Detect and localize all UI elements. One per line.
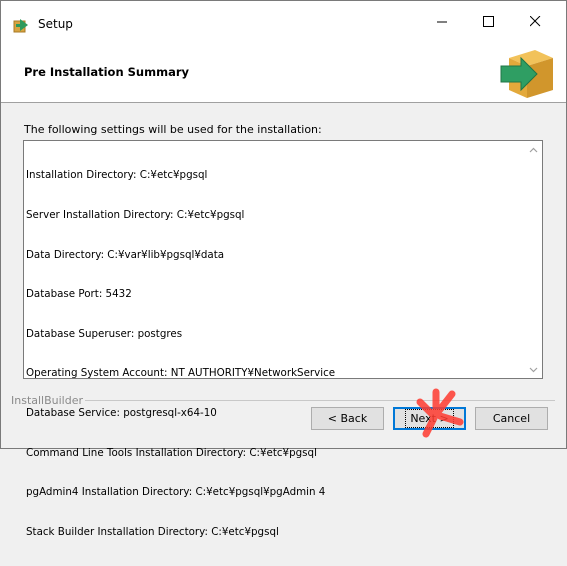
intro-text: The following settings will be used for … [24, 123, 322, 136]
summary-lines: Installation Directory: C:¥etc¥pgsql Ser… [26, 143, 526, 566]
summary-line: Data Directory: C:¥var¥lib¥pgsql¥data [26, 248, 225, 261]
title-bar[interactable]: Setup [1, 1, 566, 42]
chevron-up-icon [529, 147, 538, 152]
summary-line: Operating System Account: NT AUTHORITY¥N… [26, 367, 336, 380]
scroll-up-button[interactable] [525, 141, 542, 158]
minimize-icon [436, 21, 447, 23]
summary-line: pgAdmin4 Installation Directory: C:¥etc¥… [26, 486, 326, 499]
chevron-down-icon [529, 367, 538, 372]
page-title: Pre Installation Summary [24, 65, 190, 79]
footer-divider [85, 400, 555, 401]
summary-line: Database Superuser: postgres [26, 327, 183, 340]
setup-app-icon [13, 19, 28, 33]
window-title: Setup [38, 17, 73, 31]
summary-line: Server Installation Directory: C:¥etc¥pg… [26, 209, 245, 222]
setup-window: Setup Pre Installation Summary The follo… [0, 0, 567, 538]
next-button-label: Next > [405, 409, 454, 428]
maximize-icon [482, 16, 494, 27]
summary-textbox[interactable]: Installation Directory: C:¥etc¥pgsql Ser… [23, 140, 543, 538]
summary-line: Database Port: 5432 [26, 288, 132, 301]
next-button[interactable]: Next > [393, 407, 466, 430]
close-button[interactable] [512, 1, 558, 42]
back-button[interactable]: < Back [311, 407, 384, 430]
wizard-header: Pre Installation Summary [1, 42, 566, 103]
summary-line: Stack Builder Installation Directory: C:… [26, 525, 279, 538]
installbuilder-label: InstallBuilder [11, 394, 84, 407]
scroll-down-button[interactable] [525, 361, 542, 378]
vertical-scrollbar[interactable] [525, 141, 542, 378]
summary-line: Installation Directory: C:¥etc¥pgsql [26, 169, 208, 182]
installer-box-arrow-icon [500, 50, 553, 98]
close-icon [529, 16, 540, 27]
maximize-button[interactable] [465, 1, 511, 42]
minimize-button[interactable] [419, 1, 465, 42]
cancel-button[interactable]: Cancel [475, 407, 548, 430]
